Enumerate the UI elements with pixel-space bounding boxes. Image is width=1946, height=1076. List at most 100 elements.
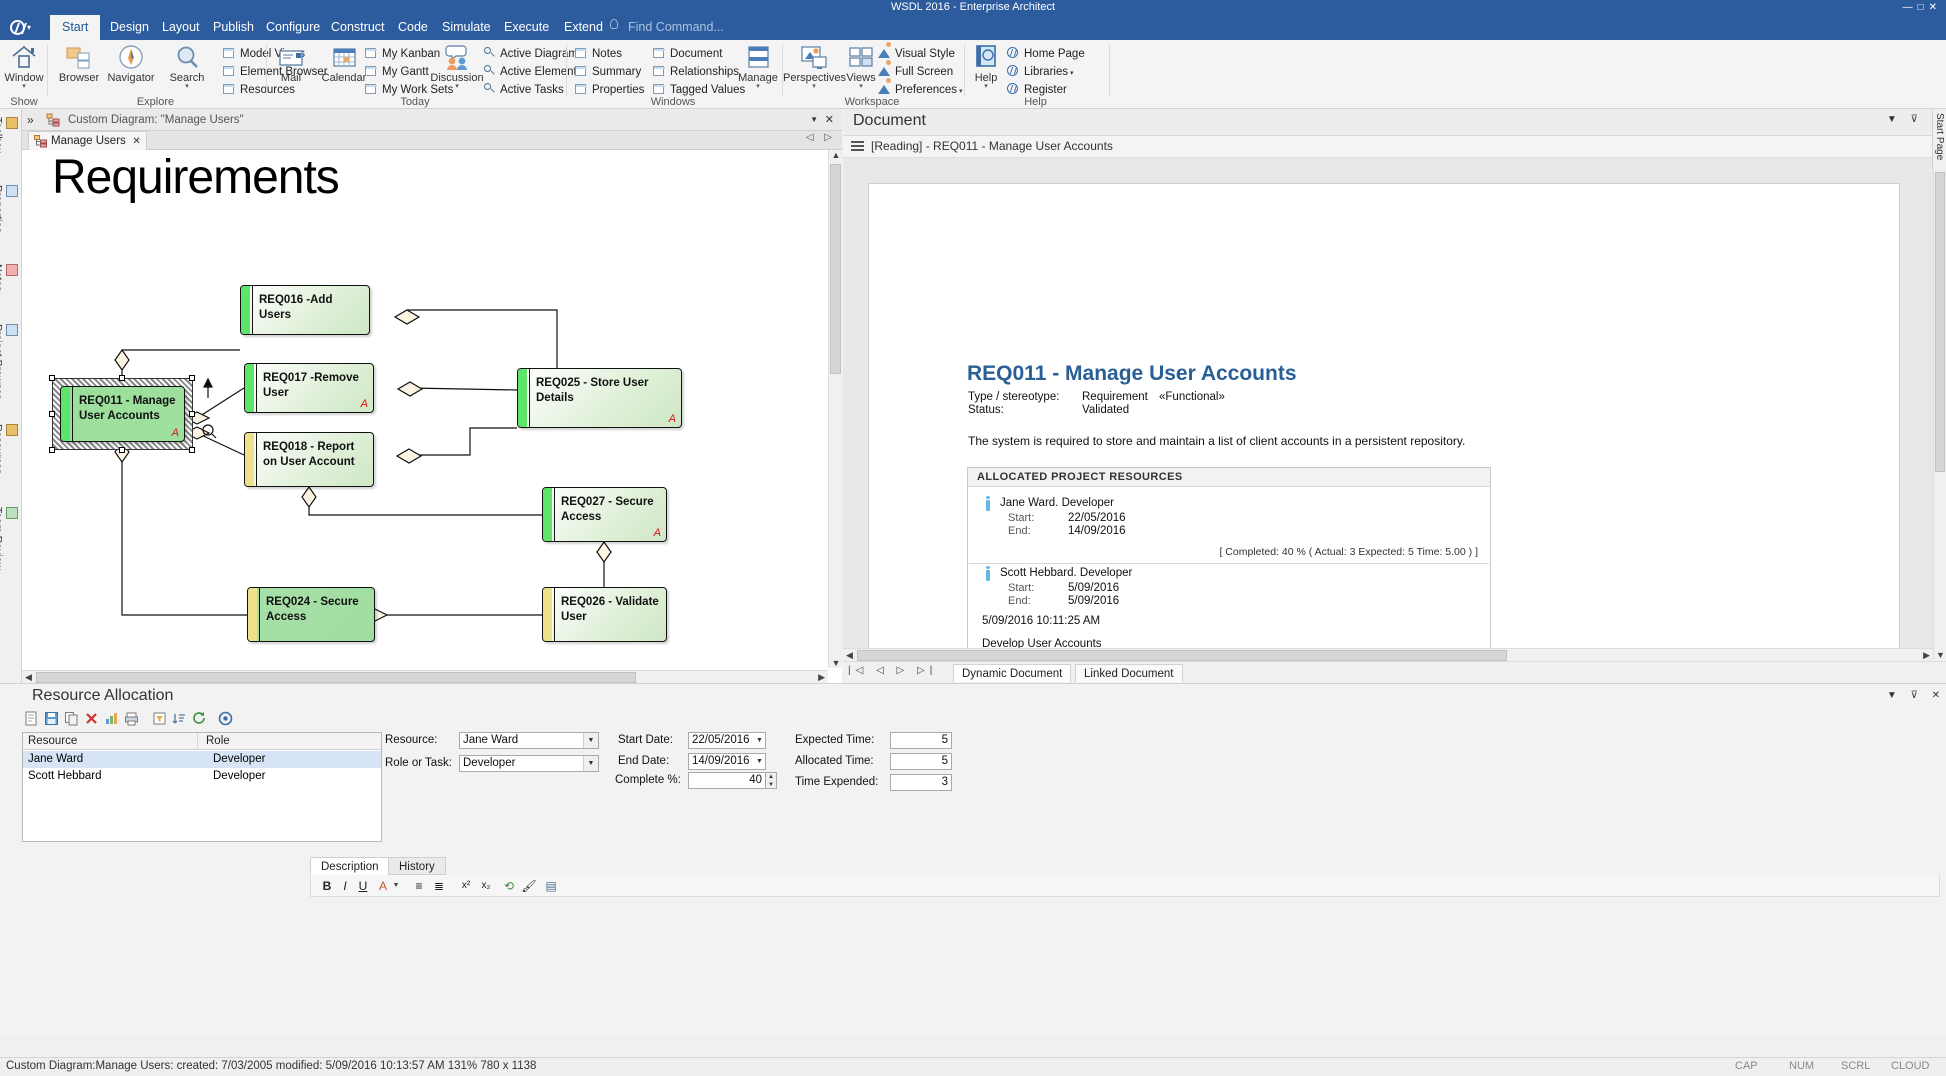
perspectives-button[interactable]: Perspectives ▾ xyxy=(783,43,845,89)
resource-panel-controls[interactable]: ▼ ⊽ ✕ xyxy=(1876,690,1940,701)
chevron-up-icon[interactable]: ▲ xyxy=(766,773,776,781)
chevron-down-icon[interactable]: ▾ xyxy=(965,84,1007,89)
sidebar-item-notes[interactable]: Notes xyxy=(2,264,20,291)
tab-description[interactable]: Description xyxy=(310,857,390,875)
chevron-down-icon[interactable]: ▼ xyxy=(583,756,598,771)
subscript-button[interactable]: x₂ xyxy=(477,878,495,894)
chevron-down-icon[interactable]: ▾ xyxy=(840,84,882,89)
superscript-button[interactable]: x² xyxy=(457,878,475,894)
tab-manage-users[interactable]: Manage Users ✕ xyxy=(28,131,147,150)
window-button[interactable]: Window ▾ xyxy=(0,43,53,89)
document-horizontal-scrollbar[interactable]: ◀ ▶ xyxy=(843,648,1933,661)
chart-icon[interactable] xyxy=(104,711,121,728)
chevron-down-icon[interactable]: ▼ xyxy=(391,878,401,894)
scroll-up-icon[interactable]: ▲ xyxy=(829,150,843,160)
time-expended-input[interactable]: 3 xyxy=(890,774,952,791)
navigator-button[interactable]: Navigator xyxy=(102,43,160,84)
scroll-thumb[interactable] xyxy=(830,164,841,374)
notes-item[interactable]: Notes xyxy=(575,45,622,63)
chevron-down-icon[interactable]: ▼ xyxy=(752,754,767,769)
panel-menu-icon[interactable]: ▼ xyxy=(1887,114,1897,125)
sidebar-item-start-page[interactable]: Start Page xyxy=(1934,113,1945,160)
save-icon[interactable] xyxy=(44,711,61,728)
panel-pin-icon[interactable]: ⊽ xyxy=(1911,690,1918,701)
diagram-horizontal-scrollbar[interactable]: ◀ ▶ xyxy=(22,670,828,683)
print-icon[interactable] xyxy=(124,711,141,728)
resize-handle[interactable] xyxy=(119,375,125,381)
chevron-down-icon[interactable]: ▾ xyxy=(0,84,53,89)
resource-list-table[interactable]: Resource Role Jane Ward Developer Scott … xyxy=(22,732,382,842)
settings-icon[interactable] xyxy=(218,711,235,728)
ribbon-tab-extend[interactable]: Extend xyxy=(552,15,615,40)
diagram-node-req024[interactable]: REQ024 - Secure Access xyxy=(247,587,375,642)
panel-menu-icon[interactable]: ▼ xyxy=(1887,690,1897,701)
refresh-icon[interactable] xyxy=(192,711,209,728)
underline-button[interactable]: U xyxy=(355,878,371,894)
diagram-canvas[interactable]: Requirements xyxy=(22,150,828,668)
close-button[interactable]: ✕ xyxy=(1929,2,1942,13)
bullet-list-button[interactable]: ≡ xyxy=(411,878,427,894)
ribbon-tab-construct[interactable]: Construct xyxy=(319,15,397,40)
chevron-down-icon[interactable]: ▾ xyxy=(783,84,845,89)
panel-pin-icon[interactable]: ⊽ xyxy=(1911,114,1918,125)
document-tab-nav[interactable]: |◁ ◁ ▷ ▷| xyxy=(848,665,937,676)
sidebar-item-resources[interactable]: Resources xyxy=(2,424,20,474)
chevron-down-icon[interactable]: ▾ xyxy=(1068,70,1073,77)
highlight-button[interactable]: 🖌 xyxy=(521,878,537,894)
insert-table-button[interactable]: ▤ xyxy=(543,878,559,894)
tab-dynamic-document[interactable]: Dynamic Document xyxy=(953,664,1071,682)
chevron-down-icon[interactable]: ▼ xyxy=(766,781,776,789)
number-list-button[interactable]: ≣ xyxy=(431,878,447,894)
relationships-item[interactable]: Relationships xyxy=(653,63,739,81)
summary-item[interactable]: Summary xyxy=(575,63,641,81)
filter-icon[interactable] xyxy=(152,711,169,728)
complete-input[interactable]: 40 xyxy=(688,772,766,789)
scroll-thumb[interactable] xyxy=(857,650,1507,661)
diagram-node-req027[interactable]: REQ027 - Secure Access A xyxy=(542,487,667,542)
scroll-thumb[interactable] xyxy=(1935,172,1945,472)
chevron-down-icon[interactable]: ▼ xyxy=(752,733,767,748)
diagram-node-req018[interactable]: REQ018 - Report on User Account xyxy=(244,432,374,487)
italic-button[interactable]: I xyxy=(337,878,353,894)
resize-handle[interactable] xyxy=(49,375,55,381)
mail-button[interactable]: Mail xyxy=(262,43,320,84)
search-button[interactable]: Search ▾ xyxy=(158,43,216,89)
chevron-down-icon[interactable]: ▼ xyxy=(583,733,598,748)
discussion-button[interactable]: Discussion ▾ xyxy=(424,43,490,89)
maximize-button[interactable]: □ xyxy=(1918,2,1929,13)
resize-handle[interactable] xyxy=(49,447,55,453)
column-header-resource[interactable]: Resource xyxy=(23,733,77,750)
hamburger-icon[interactable] xyxy=(851,141,864,151)
find-command-input[interactable]: Find Command... xyxy=(628,15,724,40)
diagram-node-req016[interactable]: REQ016 -Add Users xyxy=(240,285,370,335)
bold-button[interactable]: B xyxy=(319,878,335,894)
table-row[interactable]: Jane Ward Developer xyxy=(23,751,381,768)
text-color-button[interactable]: A xyxy=(375,878,391,894)
document-vertical-scrollbar[interactable]: ▲ ▼ xyxy=(1933,158,1946,660)
sidebar-item-team-review[interactable]: Team Review xyxy=(2,507,20,570)
diagram-node-req017[interactable]: REQ017 -Remove User A xyxy=(244,363,374,413)
tab-close-icon[interactable]: ✕ xyxy=(132,132,140,151)
manage-button[interactable]: Manage ▾ xyxy=(729,43,787,89)
table-row[interactable]: Scott Hebbard Developer xyxy=(23,768,381,785)
resize-handle[interactable] xyxy=(189,411,195,417)
diagram-vertical-scrollbar[interactable]: ▲ ▼ xyxy=(828,150,842,668)
tab-nav-arrows[interactable]: ◁ ▷ xyxy=(806,132,836,143)
home-page-item[interactable]: Home Page xyxy=(1007,45,1085,63)
ribbon-tab-start[interactable]: Start xyxy=(50,15,100,40)
sidebar-item-project-browser[interactable]: Project Browser xyxy=(2,324,20,398)
window-controls[interactable]: —□✕ xyxy=(1903,0,1942,15)
column-header-role[interactable]: Role xyxy=(201,733,230,750)
libraries-item[interactable]: Libraries ▾ xyxy=(1007,63,1074,81)
resource-select[interactable]: Jane Ward ▼ xyxy=(459,732,599,749)
diagram-node-req025[interactable]: REQ025 - Store User Details A xyxy=(517,368,682,428)
panel-close-icon[interactable]: ✕ xyxy=(1932,690,1940,701)
chevron-down-icon[interactable]: ▾ xyxy=(424,84,490,89)
diagram-node-req011[interactable]: REQ011 - Manage User Accounts A xyxy=(60,386,185,442)
copy-icon[interactable] xyxy=(64,711,81,728)
app-logo-icon[interactable]: ▾ xyxy=(10,17,46,38)
chevron-down-icon[interactable]: ▾ xyxy=(957,88,962,95)
undo-button[interactable]: ⟲ xyxy=(501,878,517,894)
sidebar-item-toolbox[interactable]: Toolbox xyxy=(2,117,20,153)
tab-linked-document[interactable]: Linked Document xyxy=(1075,664,1183,682)
